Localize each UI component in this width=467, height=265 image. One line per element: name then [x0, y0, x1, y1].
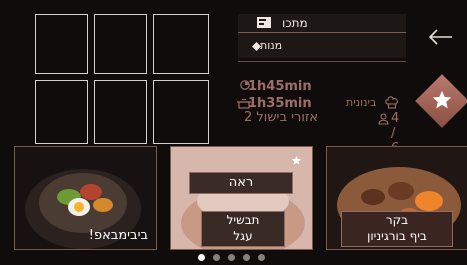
- divider: [238, 61, 406, 62]
- chef-hat-icon: [385, 96, 398, 109]
- page-dot[interactable]: [243, 254, 250, 261]
- cook-time: 1h35min: [248, 96, 312, 111]
- recipe-card-bibimbap[interactable]: ביבימבאפ!: [14, 146, 157, 250]
- pagination-dots: [198, 254, 278, 264]
- caption-line: בקר: [385, 213, 409, 227]
- dish-caption: תבשיל עגל: [201, 211, 285, 247]
- grid-cell: [94, 14, 147, 74]
- total-time: 1h45min: [248, 79, 312, 94]
- difficulty-label: בינונית: [346, 96, 377, 109]
- grid-cell: [94, 80, 147, 144]
- grid-cell: [35, 14, 88, 74]
- caption-line: עגל: [233, 229, 253, 243]
- grid-cell: [153, 80, 209, 144]
- back-arrow-icon[interactable]: [428, 27, 454, 47]
- image-grid: [35, 14, 211, 144]
- recipe-info-panel: מתכו מנות 1h45min 1h35min אזורי בישול 2 …: [228, 14, 406, 156]
- dish-label: ביבימבאפ!: [88, 228, 148, 243]
- category-row[interactable]: מתכו: [238, 14, 406, 33]
- book-icon: [257, 17, 271, 28]
- person-icon: [378, 113, 389, 125]
- star-icon: [291, 155, 302, 165]
- page-dot[interactable]: [258, 254, 265, 261]
- caption-line: תבשיל: [226, 213, 260, 227]
- dish-caption: בקר ביף בורגיניון: [341, 211, 453, 247]
- see-tag[interactable]: ראה: [189, 172, 293, 194]
- category-label: מתכו: [282, 16, 308, 30]
- star-icon: [432, 90, 452, 109]
- page-dot[interactable]: [198, 254, 205, 261]
- subcategory-row[interactable]: מנות: [238, 38, 406, 56]
- grid-cell: [153, 14, 209, 74]
- page-dot[interactable]: [213, 254, 220, 261]
- caption-line: ביף בורגיניון: [367, 229, 427, 243]
- page-dot[interactable]: [228, 254, 235, 261]
- cooking-zones: אזורי בישול 2: [244, 110, 319, 125]
- recipe-card-beef-bourguignon[interactable]: בקר ביף בורגיניון: [326, 146, 467, 250]
- recipe-card-veal-stew[interactable]: ראה תבשיל עגל: [170, 146, 313, 250]
- subcategory-label: מנות: [260, 39, 283, 52]
- grid-cell: [35, 80, 88, 144]
